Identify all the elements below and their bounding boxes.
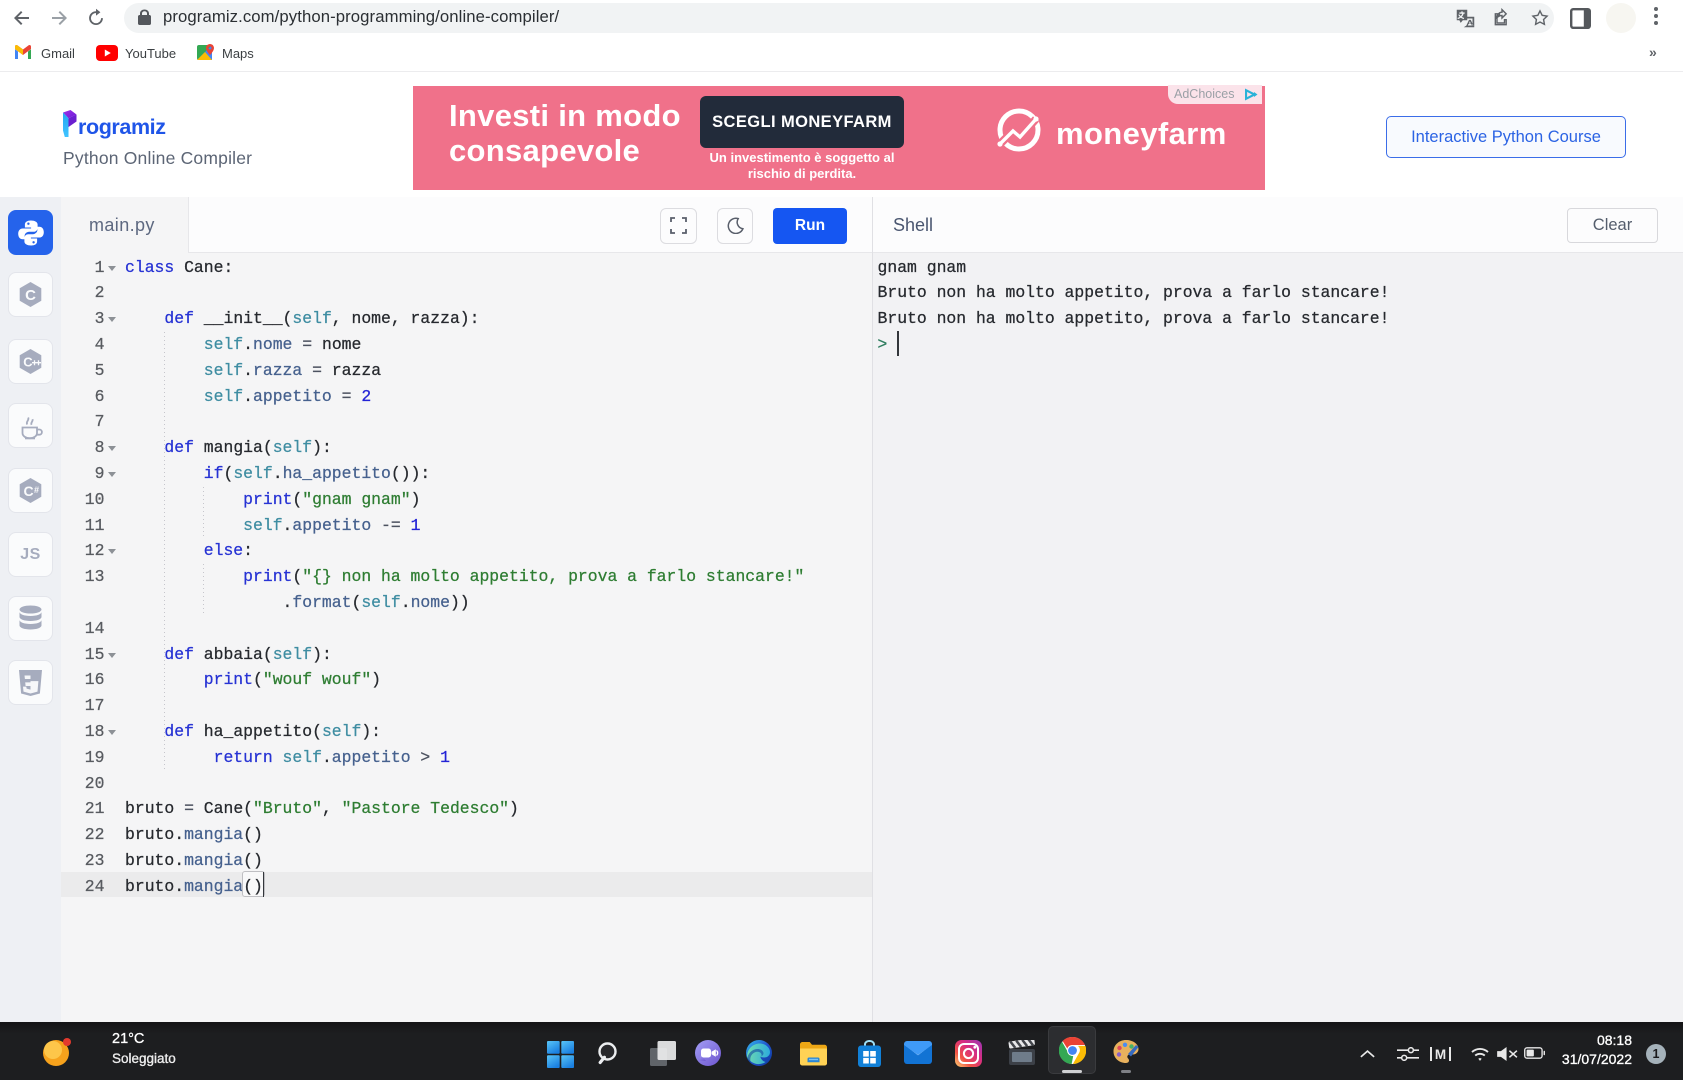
- svg-text:rogramiz: rogramiz: [78, 115, 166, 139]
- svg-text:C: C: [23, 355, 33, 370]
- svg-text:C: C: [25, 287, 36, 304]
- svg-text:C: C: [23, 483, 33, 499]
- svg-text:#: #: [34, 485, 39, 495]
